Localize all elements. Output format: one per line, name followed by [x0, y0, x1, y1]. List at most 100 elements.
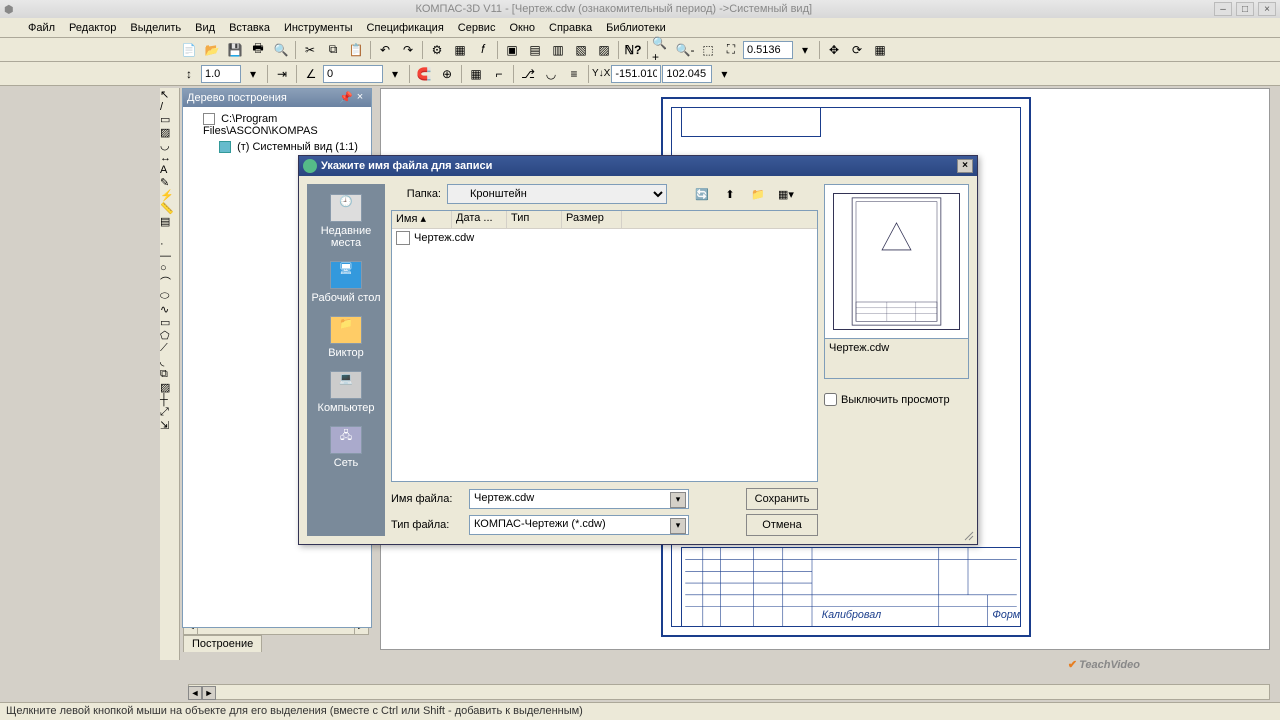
redo-icon[interactable]: ↷ — [397, 40, 419, 60]
chevron-down-icon[interactable]: ▾ — [242, 64, 264, 84]
file-row[interactable]: Чертеж.cdw — [392, 229, 817, 247]
minimize-button[interactable]: – — [1214, 2, 1232, 16]
save-button[interactable]: Сохранить — [746, 488, 818, 510]
menu-view[interactable]: Вид — [189, 20, 221, 36]
props-icon[interactable]: ⚙ — [426, 40, 448, 60]
pin-icon[interactable]: 📌 — [339, 91, 353, 105]
newfolder-icon[interactable]: 📁 — [747, 184, 769, 204]
rect-icon[interactable]: ▭ — [160, 113, 179, 126]
refresh-icon[interactable]: ⟳ — [846, 40, 868, 60]
filetype-select[interactable]: КОМПАС-Чертежи (*.cdw) — [469, 515, 689, 535]
edit-icon[interactable]: ✎ — [160, 176, 179, 189]
hatch-icon[interactable]: ▨ — [160, 126, 179, 139]
help-icon[interactable]: ℕ? — [622, 40, 644, 60]
col-name[interactable]: Имя ▴ — [392, 211, 452, 228]
zoom-fit-icon[interactable]: ⛶ — [720, 40, 742, 60]
seg-icon[interactable]: — — [160, 250, 179, 262]
col-date[interactable]: Дата ... — [452, 211, 507, 228]
round-icon[interactable]: ◡ — [540, 64, 562, 84]
back-icon[interactable]: 🔄 — [691, 184, 713, 204]
rect2-icon[interactable]: ▭ — [160, 316, 179, 329]
up-icon[interactable]: ⬆ — [719, 184, 741, 204]
tool-a-icon[interactable]: ▣ — [501, 40, 523, 60]
angle-icon[interactable]: ∠ — [300, 64, 322, 84]
fillet-icon[interactable]: ◟ — [160, 355, 179, 368]
zoom-input[interactable] — [743, 41, 793, 59]
checkbox[interactable] — [824, 393, 837, 406]
disable-preview-checkbox[interactable]: Выключить просмотр — [824, 393, 969, 406]
preview-icon[interactable]: 🔍 — [270, 40, 292, 60]
text-icon[interactable]: A — [160, 164, 179, 176]
chamfer-icon[interactable]: ⟋ — [160, 342, 179, 355]
grid-icon[interactable]: ▦ — [869, 40, 891, 60]
ext-icon[interactable]: ⇲ — [160, 419, 179, 432]
hatch2-icon[interactable]: ▨ — [160, 381, 179, 394]
angle-input[interactable] — [323, 65, 383, 83]
poly-icon[interactable]: ⬠ — [160, 329, 179, 342]
measure-icon[interactable]: 📏 — [160, 202, 179, 215]
y-input[interactable] — [662, 65, 712, 83]
tree-node-file[interactable]: C:\Program Files\ASCON\KOMPAS — [187, 111, 367, 139]
arc2-icon[interactable]: ⌒ — [160, 274, 179, 290]
hscrollbar[interactable] — [188, 684, 1270, 700]
snap-icon[interactable]: 🧲 — [413, 64, 435, 84]
paste-icon[interactable]: 📋 — [345, 40, 367, 60]
tool-c-icon[interactable]: ▥ — [547, 40, 569, 60]
dialog-close-button[interactable]: × — [957, 159, 973, 173]
place-user[interactable]: 📁Виктор — [311, 312, 381, 363]
menu-edit[interactable]: Редактор — [63, 20, 122, 36]
copy-icon[interactable]: ⧉ — [322, 40, 344, 60]
place-computer[interactable]: 💻Компьютер — [311, 367, 381, 418]
place-desktop[interactable]: 🖥Рабочий стол — [311, 257, 381, 308]
new-icon[interactable]: 📄 — [178, 40, 200, 60]
arc-icon[interactable]: ◡ — [160, 139, 179, 152]
menu-spec[interactable]: Спецификация — [361, 20, 450, 36]
chevron-down-icon[interactable]: ▾ — [713, 64, 735, 84]
print-icon[interactable]: 🖶 — [247, 40, 269, 60]
line-icon[interactable]: / — [160, 101, 179, 113]
spec-icon[interactable]: ▤ — [160, 215, 179, 228]
select-icon[interactable]: ↖ — [160, 88, 179, 101]
pan-icon[interactable]: ✥ — [823, 40, 845, 60]
scroll-left-icon[interactable]: ◄ — [188, 686, 202, 700]
open-icon[interactable]: 📂 — [201, 40, 223, 60]
cut-icon[interactable]: ✂ — [299, 40, 321, 60]
col-type[interactable]: Тип — [507, 211, 562, 228]
tool-d-icon[interactable]: ▧ — [570, 40, 592, 60]
scale-icon[interactable]: ↕ — [178, 64, 200, 84]
scale-input[interactable] — [201, 65, 241, 83]
cancel-button[interactable]: Отмена — [746, 514, 818, 536]
step-icon[interactable]: ⇥ — [271, 64, 293, 84]
ellipse-icon[interactable]: ⬭ — [160, 290, 179, 303]
param-icon[interactable]: ≡ — [563, 64, 585, 84]
chevron-down-icon[interactable]: ▾ — [794, 40, 816, 60]
maximize-button[interactable]: □ — [1236, 2, 1254, 16]
snap2-icon[interactable]: ⊕ — [436, 64, 458, 84]
filename-input[interactable]: Чертеж.cdw — [469, 489, 689, 509]
vars-icon[interactable]: 𝑓 — [472, 40, 494, 60]
grid2-icon[interactable]: ▦ — [465, 64, 487, 84]
chevron-down-icon[interactable]: ▾ — [384, 64, 406, 84]
x-input[interactable] — [611, 65, 661, 83]
local-icon[interactable]: ⎇ — [517, 64, 539, 84]
axis-icon[interactable]: ┼ — [160, 394, 179, 406]
zoom-out-icon[interactable]: 🔍- — [674, 40, 696, 60]
tab-build[interactable]: Построение — [183, 635, 262, 652]
tool-b-icon[interactable]: ▤ — [524, 40, 546, 60]
zoom-window-icon[interactable]: ⬚ — [697, 40, 719, 60]
resize-grip-icon[interactable] — [963, 530, 975, 542]
param2-icon[interactable]: ⚡ — [160, 189, 179, 202]
views-icon[interactable]: ▦▾ — [775, 184, 797, 204]
break-icon[interactable]: ⤢ — [160, 406, 179, 419]
point-icon[interactable]: · — [160, 238, 179, 250]
place-network[interactable]: 🖧Сеть — [311, 422, 381, 473]
file-list[interactable]: Имя ▴ Дата ... Тип Размер Чертеж.cdw — [391, 210, 818, 482]
menu-select[interactable]: Выделить — [124, 20, 187, 36]
ortho-icon[interactable]: ⌐ — [488, 64, 510, 84]
spline-icon[interactable]: ∿ — [160, 303, 179, 316]
tree-node-view[interactable]: (т) Системный вид (1:1) — [187, 139, 367, 155]
dim-icon[interactable]: ↔ — [160, 152, 179, 164]
undo-icon[interactable]: ↶ — [374, 40, 396, 60]
tool-e-icon[interactable]: ▨ — [593, 40, 615, 60]
scroll-right-icon[interactable]: ► — [202, 686, 216, 700]
